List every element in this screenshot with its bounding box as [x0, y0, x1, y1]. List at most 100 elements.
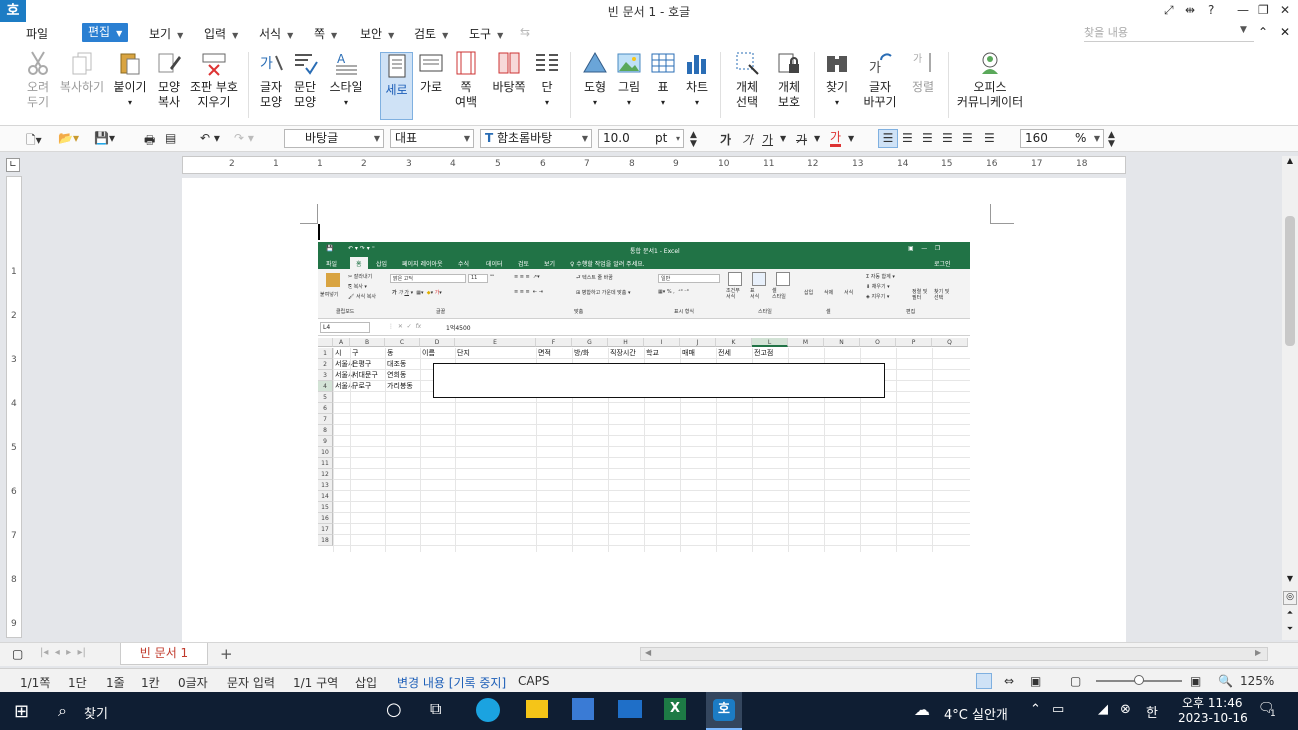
- bold-button[interactable]: 가: [720, 131, 731, 148]
- minimize-button[interactable]: —: [1237, 3, 1249, 17]
- prev-page-icon[interactable]: ⏶: [1282, 608, 1298, 622]
- add-tab-button[interactable]: +: [220, 645, 233, 663]
- shape-button[interactable]: 도형 ▾: [580, 50, 610, 110]
- cortana-icon[interactable]: ○: [386, 699, 402, 720]
- chart-button[interactable]: 차트 ▾: [682, 50, 712, 110]
- page-nav-icon[interactable]: ◎: [1283, 591, 1297, 605]
- document-tab[interactable]: 빈 문서 1: [120, 643, 208, 665]
- wifi-icon[interactable]: ◢: [1098, 702, 1108, 717]
- format-copy-button[interactable]: 모양 복사: [152, 50, 186, 110]
- scroll-right-icon[interactable]: ▶: [1255, 648, 1261, 657]
- table-button[interactable]: 표 ▾: [650, 50, 676, 110]
- align-right-button[interactable]: ☰: [942, 131, 953, 145]
- vertical-scrollbar[interactable]: ▲ ▼ ◎ ⏶ ⏷: [1282, 156, 1298, 640]
- clock-time[interactable]: 오후 11:46: [1182, 694, 1242, 711]
- para-shape-button[interactable]: 문단 모양: [290, 50, 320, 110]
- status-track-changes[interactable]: 변경 내용 [기록 중지]: [397, 674, 506, 691]
- color-dropdown-icon[interactable]: ▼: [848, 134, 854, 143]
- style-button[interactable]: A 스타일 ▾: [326, 50, 366, 110]
- menu-file[interactable]: 파일: [26, 25, 48, 42]
- status-section[interactable]: 1/1 구역: [293, 674, 338, 691]
- search-dropdown-icon[interactable]: ▼: [1240, 25, 1247, 35]
- status-input-mode[interactable]: 문자 입력: [227, 674, 275, 691]
- help-button[interactable]: ?: [1208, 3, 1214, 17]
- clear-marks-button[interactable]: 조판 부호 지우기: [190, 50, 238, 110]
- task-view-icon[interactable]: ⧉: [430, 699, 441, 719]
- view-page-icon[interactable]: ▣: [1030, 674, 1041, 688]
- zoom-stepper[interactable]: ▲ ▼: [1108, 131, 1115, 149]
- picture-button[interactable]: 그림 ▾: [614, 50, 644, 110]
- close-button[interactable]: ✕: [1280, 3, 1290, 17]
- excel-screenshot-image[interactable]: 💾 ↶ ▾ ↷ ▾ ⁼ 통합 문서1 - Excel ▣ — ❐ 파일 홈 삽입…: [318, 242, 970, 552]
- status-page[interactable]: 1/1쪽: [20, 674, 50, 691]
- preview-icon[interactable]: ▤: [165, 131, 176, 145]
- tray-expand-icon[interactable]: ⌃: [1030, 702, 1041, 717]
- find-button[interactable]: 찾기 ▾: [822, 50, 852, 110]
- horizontal-ruler[interactable]: 2 1 1 2 3 4 5 6 7 8 9 10 11 12 13 14 15 16 17 18: [182, 156, 1126, 174]
- clock-date[interactable]: 2023-10-16: [1178, 711, 1248, 725]
- inserted-text-box[interactable]: [433, 363, 885, 398]
- excel-app-icon[interactable]: X: [664, 698, 686, 720]
- menu-page[interactable]: 쪽 ▼: [314, 25, 337, 42]
- magnifier-icon[interactable]: 🔍: [1218, 674, 1233, 688]
- align-button[interactable]: 가 정렬: [908, 50, 938, 95]
- battery-icon[interactable]: ▭: [1052, 702, 1064, 717]
- tab-list-icon[interactable]: ▢: [12, 647, 23, 661]
- view-web-icon[interactable]: ⇔: [1004, 674, 1014, 688]
- restore-button[interactable]: ❐: [1258, 3, 1269, 17]
- page-margin-button[interactable]: 쪽 여백: [450, 50, 482, 110]
- view-fit-icon[interactable]: ▢: [1070, 674, 1081, 688]
- hwp-app-active[interactable]: 호: [706, 692, 742, 730]
- font-color-button[interactable]: 가: [830, 131, 842, 147]
- scroll-thumb[interactable]: [1285, 216, 1295, 346]
- mail-icon[interactable]: [618, 700, 642, 718]
- columns-button[interactable]: 단 ▾: [534, 50, 560, 110]
- menu-insert[interactable]: 입력 ▼: [204, 25, 238, 42]
- font-size-stepper[interactable]: ▲ ▼: [690, 131, 697, 149]
- office-communicator-button[interactable]: 오피스 커뮤니케이터: [956, 50, 1024, 110]
- paste-button[interactable]: 붙이기 ▾: [112, 50, 148, 110]
- menu-view[interactable]: 보기 ▼: [149, 25, 183, 42]
- strike-dropdown-icon[interactable]: ▼: [814, 134, 820, 143]
- explorer-icon[interactable]: [526, 700, 548, 718]
- status-zoom[interactable]: 125%: [1240, 674, 1274, 688]
- menu-security[interactable]: 보안 ▼: [360, 25, 394, 42]
- para-style-select[interactable]: 바탕글 ▼: [284, 129, 384, 148]
- view-normal-icon[interactable]: [976, 673, 992, 689]
- status-insert[interactable]: 삽입: [355, 674, 377, 691]
- horizontal-scrollbar[interactable]: ◀ ▶: [640, 647, 1268, 661]
- redo-icon[interactable]: ↷ ▾: [234, 131, 254, 145]
- menu-tools[interactable]: 도구 ▼: [469, 25, 503, 42]
- taskbar-search[interactable]: 찾기: [84, 703, 108, 722]
- zoom-page-icon[interactable]: ▣: [1190, 674, 1201, 688]
- font-select[interactable]: T 함초롬바탕 ▼: [480, 129, 592, 148]
- ime-indicator[interactable]: 한: [1146, 702, 1158, 721]
- justify-button[interactable]: ☰: [878, 129, 898, 148]
- windows-start-icon[interactable]: ⊞: [14, 701, 29, 722]
- scroll-up-icon[interactable]: ▲: [1282, 156, 1298, 168]
- ruler-corner-icon[interactable]: ∟: [6, 158, 20, 172]
- quick-icon[interactable]: ⇆: [520, 25, 530, 39]
- save-icon[interactable]: 💾▾: [94, 131, 115, 145]
- close-doc-icon[interactable]: ✕: [1280, 25, 1290, 39]
- next-page-icon[interactable]: ⏷: [1282, 624, 1298, 638]
- divide-button[interactable]: ☰: [984, 131, 995, 145]
- open-folder-icon[interactable]: 📂▾: [58, 131, 79, 145]
- undo-icon[interactable]: ↶ ▾: [200, 131, 220, 145]
- italic-button[interactable]: 가: [742, 131, 753, 148]
- font-size-input[interactable]: 10.0 pt ▾: [598, 129, 684, 148]
- menu-review[interactable]: 검토 ▼: [414, 25, 448, 42]
- strike-button[interactable]: 가: [796, 131, 807, 148]
- pin-icon[interactable]: ⇹: [1185, 3, 1195, 17]
- search-input[interactable]: 찾을 내용: [1084, 24, 1254, 42]
- fullscreen-icon[interactable]: ⤢: [1164, 3, 1174, 18]
- store-icon[interactable]: [572, 698, 594, 720]
- char-change-button[interactable]: 가 글자 바꾸기: [860, 50, 900, 110]
- object-protect-button[interactable]: 개체 보호: [772, 50, 806, 110]
- menu-format[interactable]: 서식 ▼: [259, 25, 293, 42]
- ribbon-collapse-icon[interactable]: ⌃: [1258, 25, 1268, 39]
- page-bg-button[interactable]: 바탕쪽: [490, 50, 528, 95]
- char-shape-button[interactable]: 가 글자 모양: [256, 50, 286, 110]
- vertical-ruler[interactable]: 1 2 3 4 5 6 7 8 9: [6, 176, 22, 638]
- underline-button[interactable]: 가: [762, 131, 773, 148]
